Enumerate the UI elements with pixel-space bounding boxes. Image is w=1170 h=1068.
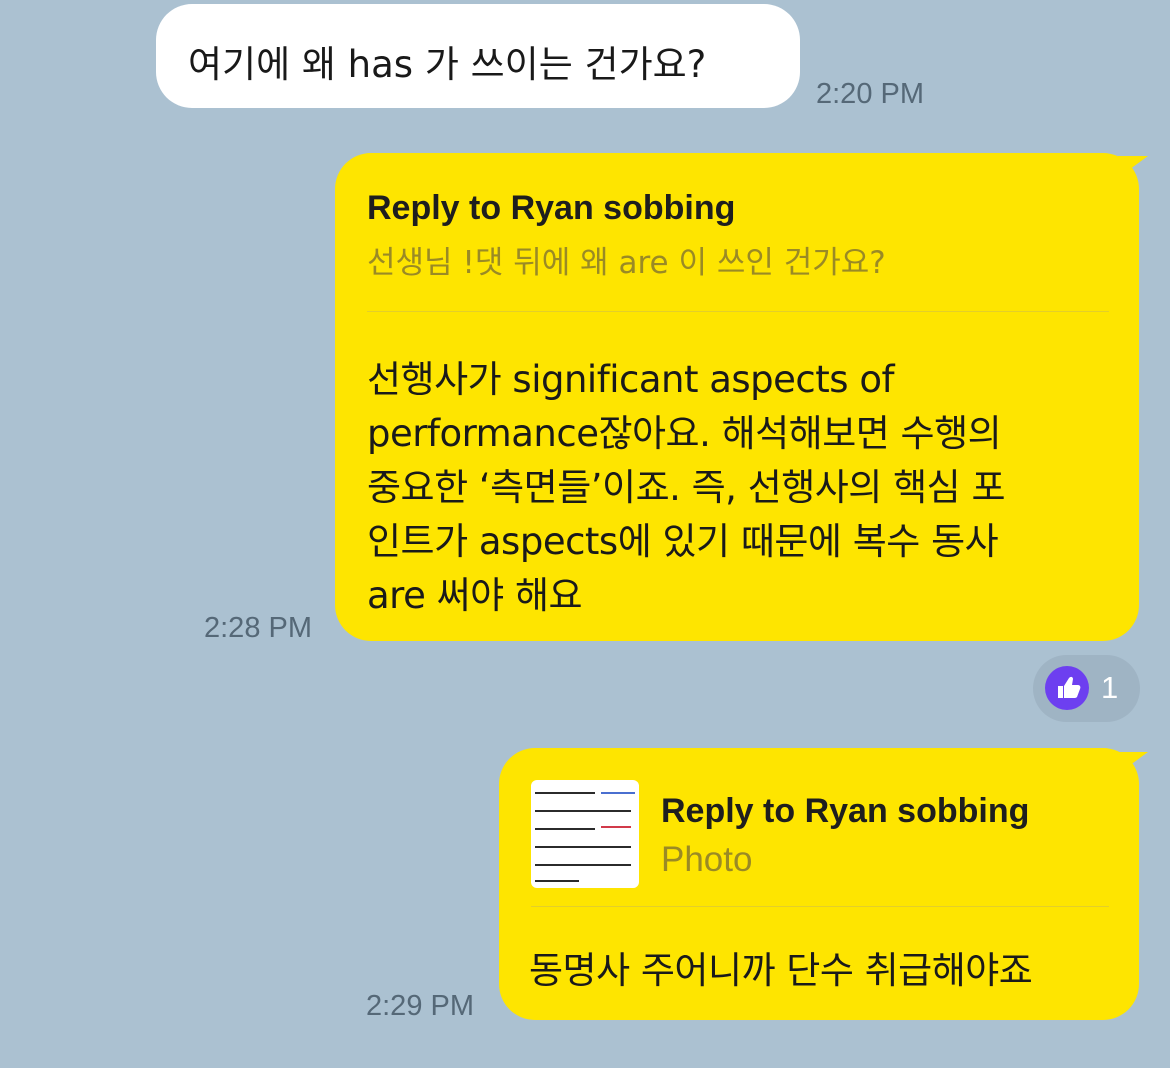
reply-quoted-text: Photo [661, 840, 753, 879]
incoming-message-text: 여기에 왜 has 가 쓰이는 건가요? [188, 43, 707, 86]
reply-divider [367, 311, 1109, 312]
message-body-line: 인트가 aspects에 있기 때문에 복수 동사 [367, 520, 999, 563]
reply-quoted-text: 선생님 !댓 뒤에 왜 are 이 쓰인 건가요? [367, 245, 886, 281]
bubble-tail [1118, 156, 1148, 178]
message-timestamp: 2:29 PM [366, 990, 474, 1022]
incoming-message-bubble[interactable]: 여기에 왜 has 가 쓰이는 건가요? [156, 4, 800, 108]
message-timestamp: 2:28 PM [204, 612, 312, 644]
reaction-badge[interactable]: 1 [1033, 655, 1140, 722]
reply-divider [531, 906, 1109, 907]
message-body-line: performance잖아요. 해석해보면 수행의 [367, 412, 1002, 455]
outgoing-photo-reply-bubble[interactable]: Reply to Ryan sobbing Photo 동명사 주어니까 단수 … [499, 748, 1139, 1020]
message-timestamp: 2:20 PM [816, 78, 924, 110]
reaction-count: 1 [1101, 670, 1119, 705]
message-body-line: 선행사가 significant aspects of [367, 358, 895, 401]
message-body-text: 동명사 주어니까 단수 취급해야죠 [529, 949, 1033, 992]
message-body-line: are 써야 해요 [367, 574, 583, 617]
outgoing-reply-bubble[interactable]: Reply to Ryan sobbing 선생님 !댓 뒤에 왜 are 이 … [335, 153, 1139, 641]
reply-to-title: Reply to Ryan sobbing [367, 189, 736, 227]
thumbs-up-icon [1045, 666, 1089, 710]
photo-thumbnail[interactable] [531, 780, 639, 888]
reply-to-title: Reply to Ryan sobbing [661, 792, 1030, 830]
bubble-tail [1118, 752, 1148, 774]
message-body-line: 중요한 ‘측면들’이죠. 즉, 선행사의 핵심 포 [367, 466, 1006, 509]
